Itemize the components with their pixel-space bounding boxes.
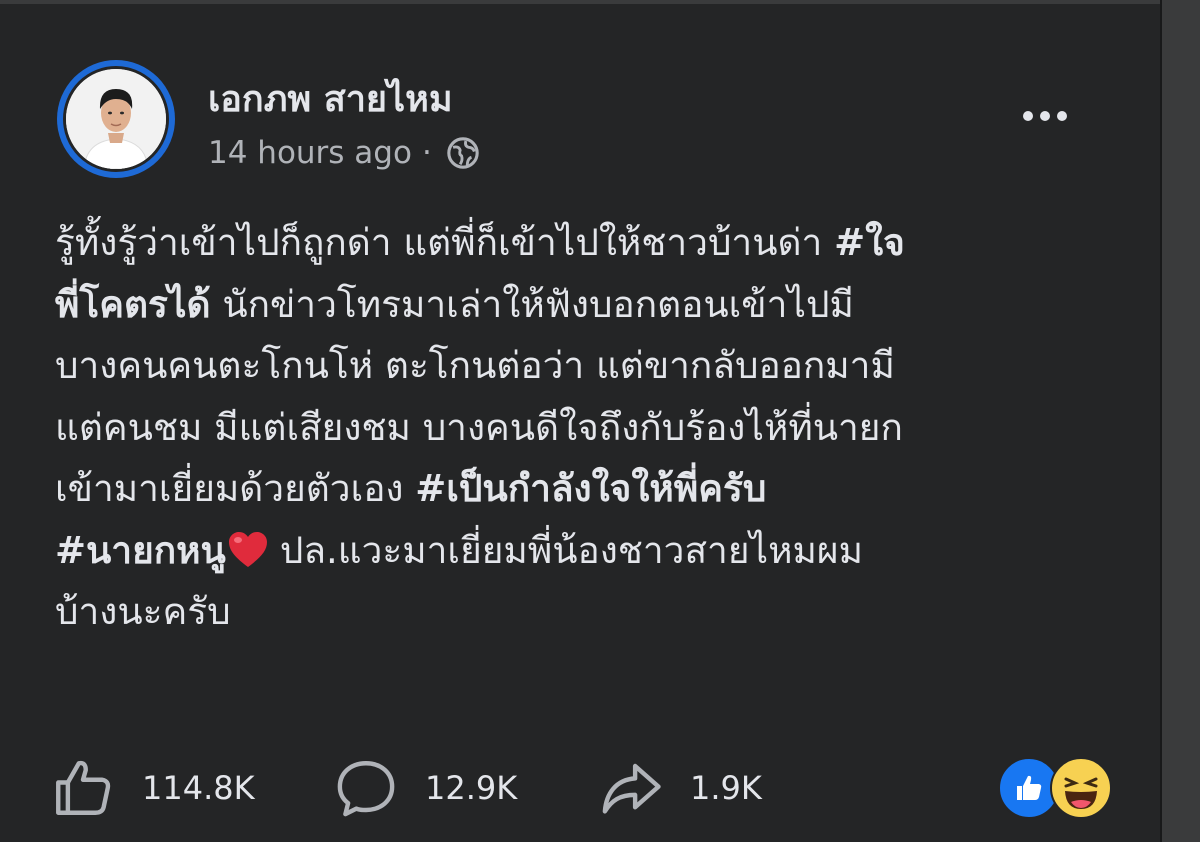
more-options-icon[interactable] — [1012, 96, 1078, 136]
meta-separator: · — [421, 135, 432, 171]
share-count: 1.9K — [690, 769, 762, 807]
post-text-line: บางคนคนตะโกนโห่ ตะโกนต่อว่า แต่ขากลับออก… — [55, 335, 1105, 397]
like-button[interactable]: 114.8K — [50, 752, 255, 824]
hashtag-link[interactable]: #ใจ — [834, 221, 905, 264]
post-text-segment: บ้างนะครับ — [55, 590, 231, 633]
more-dot — [1023, 111, 1033, 121]
scrollbar-track[interactable] — [1162, 0, 1200, 842]
action-bar: 114.8K 12.9K 1.9K — [50, 752, 1130, 824]
share-button[interactable]: 1.9K — [598, 752, 762, 824]
post-text-segment: บางคนคนตะโกนโห่ ตะโกนต่อว่า แต่ขากลับออก… — [55, 344, 895, 387]
thumbs-up-icon — [56, 760, 111, 815]
post-text-line: #นายกหนู ปล.แวะมาเยี่ยมพี่น้องชาวสายไหมผม — [55, 520, 1105, 582]
share-arrow-icon — [602, 763, 661, 814]
post-text-line: รู้ทั้งรู้ว่าเข้าไปก็ถูกด่า แต่พี่ก็เข้า… — [55, 212, 1105, 274]
post-timestamp[interactable]: 14 hours ago — [208, 135, 412, 171]
author-avatar[interactable] — [57, 60, 175, 178]
reaction-summary[interactable] — [998, 757, 1114, 819]
hashtag-link[interactable]: #เป็นกำลังใจให้พี่ครับ — [415, 467, 766, 510]
post-text-segment: รู้ทั้งรู้ว่าเข้าไปก็ถูกด่า แต่พี่ก็เข้า… — [55, 221, 835, 264]
comment-button[interactable]: 12.9K — [333, 752, 517, 824]
avatar-photo — [63, 66, 169, 172]
post-text-line: เข้ามาเยี่ยมด้วยตัวเอง #เป็นกำลังใจให้พี… — [55, 458, 1105, 520]
post-meta: 14 hours ago · — [208, 135, 480, 171]
like-count: 114.8K — [142, 769, 255, 807]
comment-icon — [337, 761, 395, 817]
post-text-segment: เข้ามาเยี่ยมด้วยตัวเอง — [55, 467, 416, 510]
post-text-segment: นักข่าวโทรมาเล่าให้ฟังบอกตอนเข้าไปมี — [210, 282, 854, 326]
hashtag-link[interactable]: พี่โคตรได้ — [55, 283, 211, 326]
post-text-line: พี่โคตรได้ นักข่าวโทรมาเล่าให้ฟังบอกตอนเ… — [55, 274, 1105, 336]
more-dot — [1057, 111, 1067, 121]
post-text-segment: ปล.แวะมาเยี่ยมพี่น้องชาวสายไหมผม — [279, 528, 863, 572]
post-text-line: แต่คนชม มีแต่เสียงชม บางคนดีใจถึงกับร้อง… — [55, 397, 1105, 459]
author-name[interactable]: เอกภพ สายไหม — [208, 70, 453, 127]
globe-icon[interactable] — [446, 136, 480, 170]
post-body-text: รู้ทั้งรู้ว่าเข้าไปก็ถูกด่า แต่พี่ก็เข้า… — [55, 212, 1105, 643]
window-top-edge — [0, 0, 1200, 4]
post-text-line: บ้างนะครับ — [55, 581, 1105, 643]
red-heart-icon — [226, 526, 270, 567]
hashtag-link[interactable]: #นายกหนู — [55, 529, 226, 572]
post-text-segment: แต่คนชม มีแต่เสียงชม บางคนดีใจถึงกับร้อง… — [55, 405, 903, 449]
haha-reaction-icon — [1050, 757, 1112, 819]
more-dot — [1040, 111, 1050, 121]
comment-count: 12.9K — [425, 769, 518, 807]
